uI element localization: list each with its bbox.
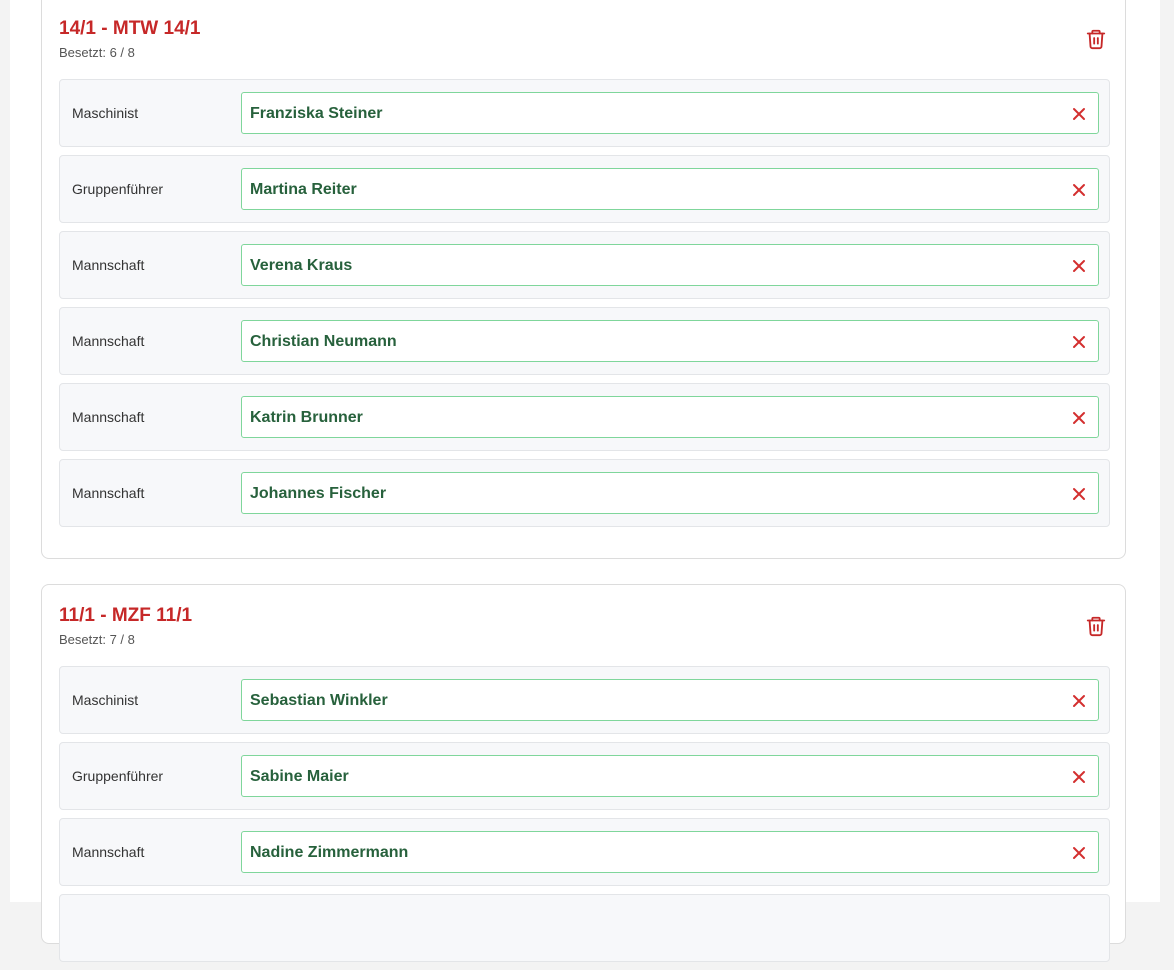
- remove-assignee-button[interactable]: [1070, 257, 1088, 275]
- vehicle-title: 14/1 - MTW 14/1: [59, 18, 201, 39]
- remove-assignee-button[interactable]: [1070, 181, 1088, 199]
- vehicle-card: 11/1 - MZF 11/1 Besetzt: 7 / 8 Maschinis…: [41, 584, 1126, 962]
- remove-assignee-button[interactable]: [1070, 105, 1088, 123]
- assignee-name: Martina Reiter: [250, 181, 357, 198]
- slot-row: Mannschaft Johannes Fischer: [59, 459, 1110, 527]
- trash-icon: [1086, 29, 1106, 50]
- close-icon: [1073, 260, 1085, 272]
- occupancy-count: Besetzt: 7 / 8: [59, 632, 135, 647]
- close-icon: [1073, 184, 1085, 196]
- role-label: Mannschaft: [72, 333, 145, 349]
- close-icon: [1073, 108, 1085, 120]
- assignee-field[interactable]: Katrin Brunner: [241, 396, 1099, 438]
- occupancy-count: Besetzt: 6 / 8: [59, 45, 135, 60]
- assignee-name: Sabine Maier: [250, 768, 349, 785]
- remove-assignee-button[interactable]: [1070, 692, 1088, 710]
- slot-row: Gruppenführer Sabine Maier: [59, 742, 1110, 810]
- assignee-field[interactable]: Sabine Maier: [241, 755, 1099, 797]
- remove-assignee-button[interactable]: [1070, 768, 1088, 786]
- vehicle-card: 14/1 - MTW 14/1 Besetzt: 6 / 8 Maschinis…: [41, 0, 1126, 559]
- role-label: Mannschaft: [72, 844, 145, 860]
- delete-vehicle-button[interactable]: [1083, 613, 1109, 639]
- role-label: Gruppenführer: [72, 181, 164, 197]
- assignee-field[interactable]: Franziska Steiner: [241, 92, 1099, 134]
- close-icon: [1073, 488, 1085, 500]
- trash-icon: [1086, 616, 1106, 637]
- assignee-field[interactable]: Sebastian Winkler: [241, 679, 1099, 721]
- role-label: Maschinist: [72, 105, 139, 121]
- slot-row: Mannschaft Nadine Zimmermann: [59, 818, 1110, 886]
- role-label: Maschinist: [72, 692, 139, 708]
- slot-row: Mannschaft Verena Kraus: [59, 231, 1110, 299]
- assignee-name: Johannes Fischer: [250, 485, 387, 502]
- slot-list: Maschinist Franziska Steiner Gruppenführ…: [59, 79, 1110, 535]
- assignee-field[interactable]: Verena Kraus: [241, 244, 1099, 286]
- close-icon: [1073, 847, 1085, 859]
- close-icon: [1073, 412, 1085, 424]
- assignee-name: Verena Kraus: [250, 257, 353, 274]
- assignee-name: Nadine Zimmermann: [250, 844, 409, 861]
- slot-row: Maschinist Franziska Steiner: [59, 79, 1110, 147]
- slot-row: Mannschaft Christian Neumann: [59, 307, 1110, 375]
- role-label: Mannschaft: [72, 485, 145, 501]
- role-label: Mannschaft: [72, 257, 145, 273]
- assignee-name: Christian Neumann: [250, 333, 397, 350]
- slot-row: Maschinist Sebastian Winkler: [59, 666, 1110, 734]
- remove-assignee-button[interactable]: [1070, 485, 1088, 503]
- assignee-name: Franziska Steiner: [250, 105, 383, 122]
- close-icon: [1073, 695, 1085, 707]
- vehicle-title: 11/1 - MZF 11/1: [59, 605, 193, 626]
- remove-assignee-button[interactable]: [1070, 333, 1088, 351]
- assignee-field[interactable]: Christian Neumann: [241, 320, 1099, 362]
- assignee-field[interactable]: Nadine Zimmermann: [241, 831, 1099, 873]
- role-label: Gruppenführer: [72, 768, 164, 784]
- close-icon: [1073, 336, 1085, 348]
- slot-row: Mannschaft Katrin Brunner: [59, 383, 1110, 451]
- assignee-name: Katrin Brunner: [250, 409, 363, 426]
- assignee-field[interactable]: Martina Reiter: [241, 168, 1099, 210]
- delete-vehicle-button[interactable]: [1083, 26, 1109, 52]
- slot-list: Maschinist Sebastian Winkler Gruppenführ…: [59, 666, 1110, 970]
- remove-assignee-button[interactable]: [1070, 409, 1088, 427]
- remove-assignee-button[interactable]: [1070, 844, 1088, 862]
- close-icon: [1073, 771, 1085, 783]
- slot-row: Gruppenführer Martina Reiter: [59, 155, 1110, 223]
- assignee-name: Sebastian Winkler: [250, 692, 388, 709]
- slot-row: [59, 894, 1110, 962]
- role-label: Mannschaft: [72, 409, 145, 425]
- page: 14/1 - MTW 14/1 Besetzt: 6 / 8 Maschinis…: [10, 0, 1160, 962]
- assignee-field[interactable]: Johannes Fischer: [241, 472, 1099, 514]
